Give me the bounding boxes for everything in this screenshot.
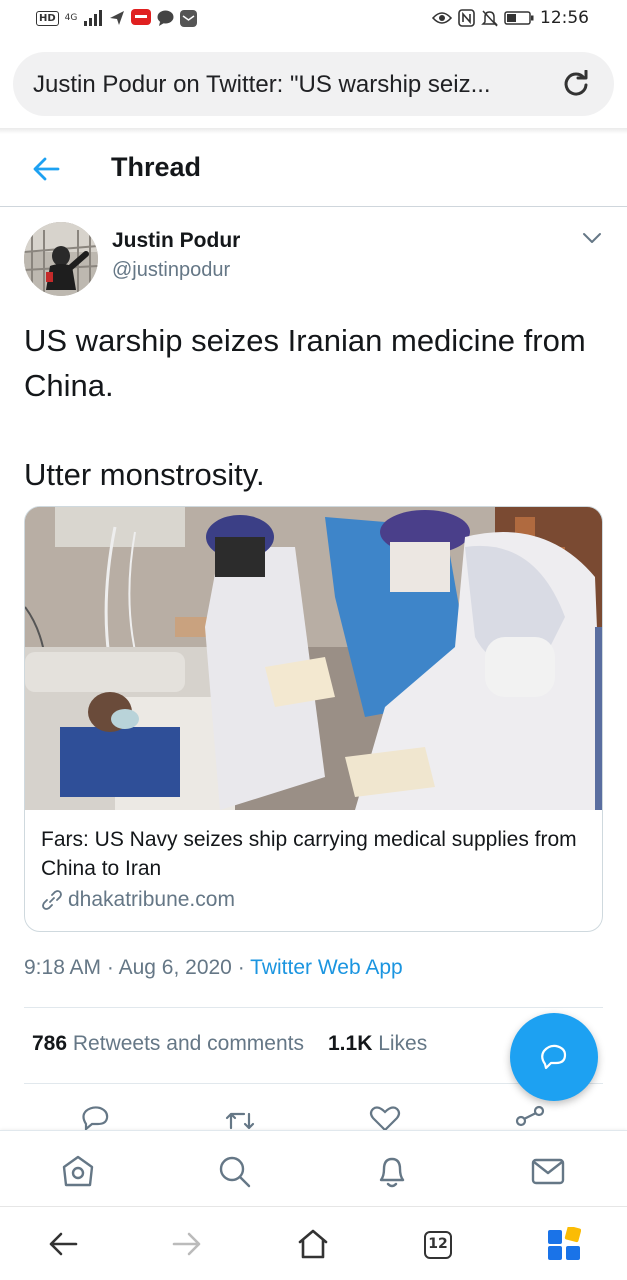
likes-label: Likes [378, 1032, 428, 1055]
card-title[interactable]: Fars: US Navy seizes ship carrying medic… [41, 825, 589, 883]
reply-icon[interactable] [80, 1104, 112, 1130]
eye-icon [432, 12, 452, 24]
compose-reply-icon [541, 1044, 567, 1070]
status-time: 12:56 [540, 8, 589, 28]
status-bar: HD 4G 12:56 [0, 0, 627, 40]
tweet-text-line: Utter monstrosity. [24, 457, 265, 492]
retweets-label: Retweets and comments [72, 1032, 304, 1055]
card-image[interactable] [25, 507, 603, 810]
nfc-icon [458, 9, 475, 27]
thread-header: Thread [0, 134, 627, 207]
mute-icon [481, 10, 498, 27]
send-icon [110, 11, 125, 25]
card-domain[interactable]: dhakatribune.com [41, 888, 235, 912]
avatar[interactable] [24, 222, 98, 296]
tweet-text-line: US warship seizes Iranian medicine from … [24, 323, 586, 403]
hd-badge: HD [36, 10, 59, 26]
page-title-url[interactable]: Justin Podur on Twitter: "US warship sei… [33, 71, 491, 99]
divider [24, 1007, 603, 1008]
menu-grid-icon[interactable] [547, 1227, 581, 1261]
tweet-date[interactable]: Aug 6, 2020 [119, 956, 232, 979]
reload-icon[interactable] [562, 70, 590, 98]
share-icon[interactable] [514, 1104, 546, 1130]
status-left: HD 4G [36, 9, 198, 27]
messages-icon[interactable] [530, 1153, 566, 1189]
battery-icon [504, 11, 534, 25]
address-bar[interactable]: Justin Podur on Twitter: "US warship sei… [13, 52, 614, 116]
signal-icon [84, 10, 103, 26]
browser-forward-icon[interactable] [170, 1227, 204, 1261]
divider [24, 1083, 603, 1084]
likes-stat[interactable]: 1.1K Likes [328, 1032, 427, 1055]
tweet-stats: 786 Retweets and comments 1.1K Likes [32, 1032, 427, 1056]
link-icon [42, 890, 62, 910]
meta-separator: · [237, 956, 245, 979]
network-type: 4G [64, 12, 78, 23]
back-arrow-icon[interactable] [32, 156, 60, 182]
author-handle[interactable]: @justinpodur [112, 259, 230, 282]
like-icon[interactable] [369, 1104, 401, 1130]
meta-separator: · [106, 956, 114, 979]
home-icon[interactable] [60, 1153, 96, 1189]
author-name[interactable]: Justin Podur [112, 229, 240, 253]
tweet-meta: 9:18 AM · Aug 6, 2020 · Twitter Web App [24, 956, 403, 980]
page-title: Thread [111, 152, 202, 182]
app-notification-icon [131, 9, 152, 25]
tweet-time[interactable]: 9:18 AM [24, 956, 101, 979]
link-card[interactable]: Fars: US Navy seizes ship carrying medic… [24, 506, 603, 932]
retweets-stat[interactable]: 786 Retweets and comments [32, 1032, 304, 1055]
search-icon[interactable] [216, 1153, 252, 1189]
twitter-bottom-nav [0, 1130, 627, 1206]
likes-count: 1.1K [328, 1032, 373, 1055]
notifications-icon[interactable] [374, 1153, 410, 1189]
tweet-text: US warship seizes Iranian medicine from … [24, 318, 604, 497]
retweet-icon[interactable] [224, 1104, 256, 1130]
avatar-image [24, 222, 98, 296]
retweets-count: 786 [32, 1032, 68, 1055]
browser-home-icon[interactable] [296, 1227, 330, 1261]
source-app-link[interactable]: Twitter Web App [250, 956, 403, 979]
card-domain-text[interactable]: dhakatribune.com [68, 888, 235, 912]
status-right: 12:56 [432, 8, 589, 28]
reply-fab-button[interactable] [510, 1013, 598, 1101]
chat-icon [157, 10, 174, 26]
browser-back-icon[interactable] [46, 1227, 80, 1261]
mail-app-icon [180, 9, 198, 27]
browser-bottom-nav: 12 [0, 1206, 627, 1280]
chevron-down-icon[interactable] [582, 231, 602, 245]
tabs-count-button[interactable]: 12 [424, 1231, 452, 1259]
